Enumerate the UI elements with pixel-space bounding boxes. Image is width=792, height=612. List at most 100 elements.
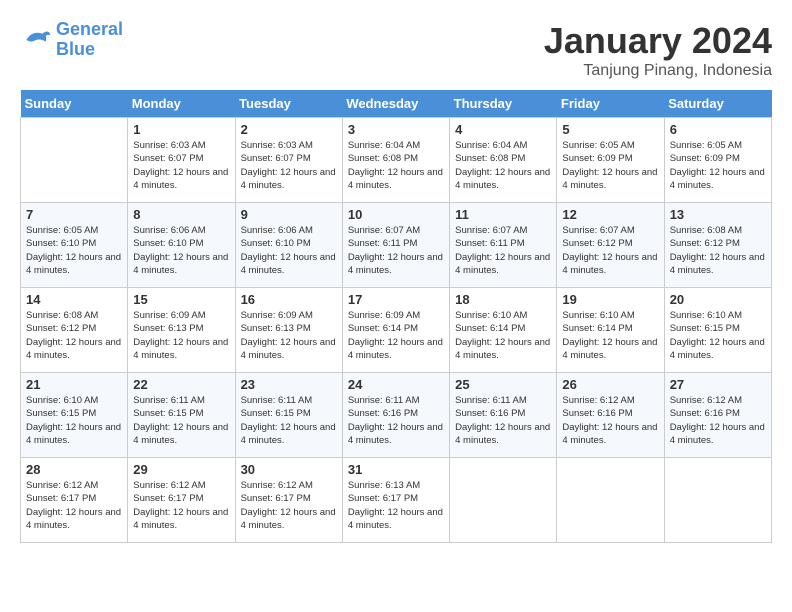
- sunrise-text: Sunrise: 6:12 AM: [26, 480, 98, 491]
- day-number: 8: [133, 207, 229, 222]
- daylight-text: Daylight: 12 hours and 4 minutes.: [670, 337, 765, 361]
- sunset-text: Sunset: 6:16 PM: [348, 408, 418, 419]
- day-number: 24: [348, 377, 444, 392]
- calendar-cell: 7 Sunrise: 6:05 AM Sunset: 6:10 PM Dayli…: [21, 203, 128, 288]
- sunrise-text: Sunrise: 6:04 AM: [348, 140, 420, 151]
- sunrise-text: Sunrise: 6:10 AM: [562, 310, 634, 321]
- sunset-text: Sunset: 6:10 PM: [133, 238, 203, 249]
- sunrise-text: Sunrise: 6:12 AM: [670, 395, 742, 406]
- calendar-cell: 10 Sunrise: 6:07 AM Sunset: 6:11 PM Dayl…: [342, 203, 449, 288]
- daylight-text: Daylight: 12 hours and 4 minutes.: [455, 422, 550, 446]
- daylight-text: Daylight: 12 hours and 4 minutes.: [133, 507, 228, 531]
- calendar-cell: [21, 118, 128, 203]
- day-number: 19: [562, 292, 658, 307]
- calendar-cell: 16 Sunrise: 6:09 AM Sunset: 6:13 PM Dayl…: [235, 288, 342, 373]
- day-number: 28: [26, 462, 122, 477]
- day-number: 5: [562, 122, 658, 137]
- sunset-text: Sunset: 6:16 PM: [562, 408, 632, 419]
- calendar-cell: 5 Sunrise: 6:05 AM Sunset: 6:09 PM Dayli…: [557, 118, 664, 203]
- sunset-text: Sunset: 6:15 PM: [241, 408, 311, 419]
- sunset-text: Sunset: 6:15 PM: [26, 408, 96, 419]
- day-info: Sunrise: 6:03 AM Sunset: 6:07 PM Dayligh…: [133, 139, 229, 192]
- sunset-text: Sunset: 6:09 PM: [562, 153, 632, 164]
- calendar-cell: 17 Sunrise: 6:09 AM Sunset: 6:14 PM Dayl…: [342, 288, 449, 373]
- calendar-cell: 3 Sunrise: 6:04 AM Sunset: 6:08 PM Dayli…: [342, 118, 449, 203]
- day-info: Sunrise: 6:11 AM Sunset: 6:15 PM Dayligh…: [241, 394, 337, 447]
- sunrise-text: Sunrise: 6:05 AM: [26, 225, 98, 236]
- header-wednesday: Wednesday: [342, 90, 449, 118]
- day-info: Sunrise: 6:13 AM Sunset: 6:17 PM Dayligh…: [348, 479, 444, 532]
- day-info: Sunrise: 6:10 AM Sunset: 6:15 PM Dayligh…: [26, 394, 122, 447]
- sunset-text: Sunset: 6:17 PM: [348, 493, 418, 504]
- daylight-text: Daylight: 12 hours and 4 minutes.: [348, 507, 443, 531]
- calendar-cell: 11 Sunrise: 6:07 AM Sunset: 6:11 PM Dayl…: [450, 203, 557, 288]
- calendar-cell: [450, 458, 557, 543]
- sunrise-text: Sunrise: 6:11 AM: [455, 395, 527, 406]
- day-number: 31: [348, 462, 444, 477]
- sunrise-text: Sunrise: 6:11 AM: [348, 395, 420, 406]
- sunrise-text: Sunrise: 6:08 AM: [26, 310, 98, 321]
- sunset-text: Sunset: 6:17 PM: [26, 493, 96, 504]
- calendar-table: SundayMondayTuesdayWednesdayThursdayFrid…: [20, 90, 772, 543]
- calendar-week-row: 21 Sunrise: 6:10 AM Sunset: 6:15 PM Dayl…: [21, 373, 772, 458]
- calendar-cell: 29 Sunrise: 6:12 AM Sunset: 6:17 PM Dayl…: [128, 458, 235, 543]
- daylight-text: Daylight: 12 hours and 4 minutes.: [133, 167, 228, 191]
- sunset-text: Sunset: 6:10 PM: [26, 238, 96, 249]
- sunset-text: Sunset: 6:15 PM: [133, 408, 203, 419]
- day-number: 10: [348, 207, 444, 222]
- sunset-text: Sunset: 6:11 PM: [348, 238, 418, 249]
- day-info: Sunrise: 6:12 AM Sunset: 6:17 PM Dayligh…: [26, 479, 122, 532]
- day-info: Sunrise: 6:07 AM Sunset: 6:12 PM Dayligh…: [562, 224, 658, 277]
- day-number: 22: [133, 377, 229, 392]
- sunset-text: Sunset: 6:17 PM: [241, 493, 311, 504]
- sunrise-text: Sunrise: 6:12 AM: [562, 395, 634, 406]
- day-info: Sunrise: 6:12 AM Sunset: 6:16 PM Dayligh…: [670, 394, 766, 447]
- day-number: 3: [348, 122, 444, 137]
- day-number: 16: [241, 292, 337, 307]
- day-number: 14: [26, 292, 122, 307]
- day-info: Sunrise: 6:11 AM Sunset: 6:15 PM Dayligh…: [133, 394, 229, 447]
- calendar-cell: 21 Sunrise: 6:10 AM Sunset: 6:15 PM Dayl…: [21, 373, 128, 458]
- sunrise-text: Sunrise: 6:09 AM: [241, 310, 313, 321]
- sunset-text: Sunset: 6:13 PM: [133, 323, 203, 334]
- location-subtitle: Tanjung Pinang, Indonesia: [544, 62, 772, 80]
- sunrise-text: Sunrise: 6:06 AM: [133, 225, 205, 236]
- calendar-cell: 30 Sunrise: 6:12 AM Sunset: 6:17 PM Dayl…: [235, 458, 342, 543]
- day-number: 9: [241, 207, 337, 222]
- day-info: Sunrise: 6:07 AM Sunset: 6:11 PM Dayligh…: [348, 224, 444, 277]
- daylight-text: Daylight: 12 hours and 4 minutes.: [455, 167, 550, 191]
- title-block: January 2024 Tanjung Pinang, Indonesia: [544, 20, 772, 80]
- sunrise-text: Sunrise: 6:05 AM: [562, 140, 634, 151]
- daylight-text: Daylight: 12 hours and 4 minutes.: [562, 422, 657, 446]
- calendar-week-row: 14 Sunrise: 6:08 AM Sunset: 6:12 PM Dayl…: [21, 288, 772, 373]
- sunset-text: Sunset: 6:13 PM: [241, 323, 311, 334]
- calendar-cell: 12 Sunrise: 6:07 AM Sunset: 6:12 PM Dayl…: [557, 203, 664, 288]
- sunrise-text: Sunrise: 6:10 AM: [455, 310, 527, 321]
- sunrise-text: Sunrise: 6:08 AM: [670, 225, 742, 236]
- day-info: Sunrise: 6:07 AM Sunset: 6:11 PM Dayligh…: [455, 224, 551, 277]
- day-number: 27: [670, 377, 766, 392]
- day-number: 2: [241, 122, 337, 137]
- day-info: Sunrise: 6:04 AM Sunset: 6:08 PM Dayligh…: [348, 139, 444, 192]
- sunrise-text: Sunrise: 6:11 AM: [241, 395, 313, 406]
- calendar-cell: 15 Sunrise: 6:09 AM Sunset: 6:13 PM Dayl…: [128, 288, 235, 373]
- sunset-text: Sunset: 6:08 PM: [348, 153, 418, 164]
- sunrise-text: Sunrise: 6:12 AM: [241, 480, 313, 491]
- day-info: Sunrise: 6:11 AM Sunset: 6:16 PM Dayligh…: [348, 394, 444, 447]
- daylight-text: Daylight: 12 hours and 4 minutes.: [241, 167, 336, 191]
- sunrise-text: Sunrise: 6:09 AM: [348, 310, 420, 321]
- day-info: Sunrise: 6:09 AM Sunset: 6:13 PM Dayligh…: [241, 309, 337, 362]
- sunrise-text: Sunrise: 6:03 AM: [241, 140, 313, 151]
- day-number: 11: [455, 207, 551, 222]
- sunset-text: Sunset: 6:12 PM: [670, 238, 740, 249]
- daylight-text: Daylight: 12 hours and 4 minutes.: [348, 337, 443, 361]
- day-number: 7: [26, 207, 122, 222]
- sunrise-text: Sunrise: 6:05 AM: [670, 140, 742, 151]
- daylight-text: Daylight: 12 hours and 4 minutes.: [348, 422, 443, 446]
- calendar-cell: 24 Sunrise: 6:11 AM Sunset: 6:16 PM Dayl…: [342, 373, 449, 458]
- day-info: Sunrise: 6:05 AM Sunset: 6:09 PM Dayligh…: [562, 139, 658, 192]
- sunrise-text: Sunrise: 6:06 AM: [241, 225, 313, 236]
- daylight-text: Daylight: 12 hours and 4 minutes.: [562, 337, 657, 361]
- sunset-text: Sunset: 6:14 PM: [562, 323, 632, 334]
- day-info: Sunrise: 6:08 AM Sunset: 6:12 PM Dayligh…: [670, 224, 766, 277]
